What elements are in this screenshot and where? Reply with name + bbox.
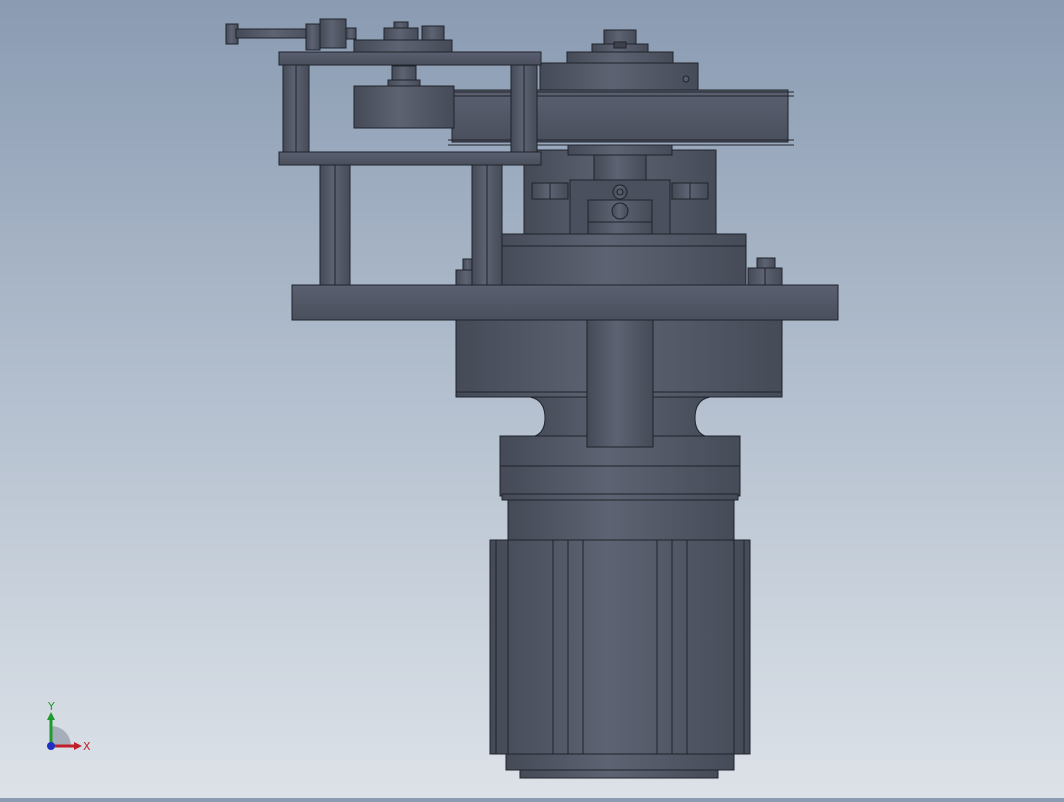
gearbox (455, 319, 783, 501)
base-plate (291, 284, 839, 321)
x-axis-label: X (83, 740, 91, 753)
small-pulley (353, 65, 455, 129)
coordinate-triad: Y X (38, 698, 98, 758)
graphics-viewport[interactable] (0, 0, 1064, 798)
x-axis-arrow (74, 742, 82, 750)
tension-screw (225, 18, 453, 53)
y-axis-arrow (47, 712, 55, 720)
cad-model[interactable] (0, 0, 1064, 798)
triad-graphic: Y X (47, 700, 91, 753)
y-axis-label: Y (47, 700, 55, 713)
z-axis-dot (47, 742, 55, 750)
bearing-housing (493, 145, 747, 286)
large-pulley (448, 29, 794, 156)
motor (489, 499, 751, 779)
